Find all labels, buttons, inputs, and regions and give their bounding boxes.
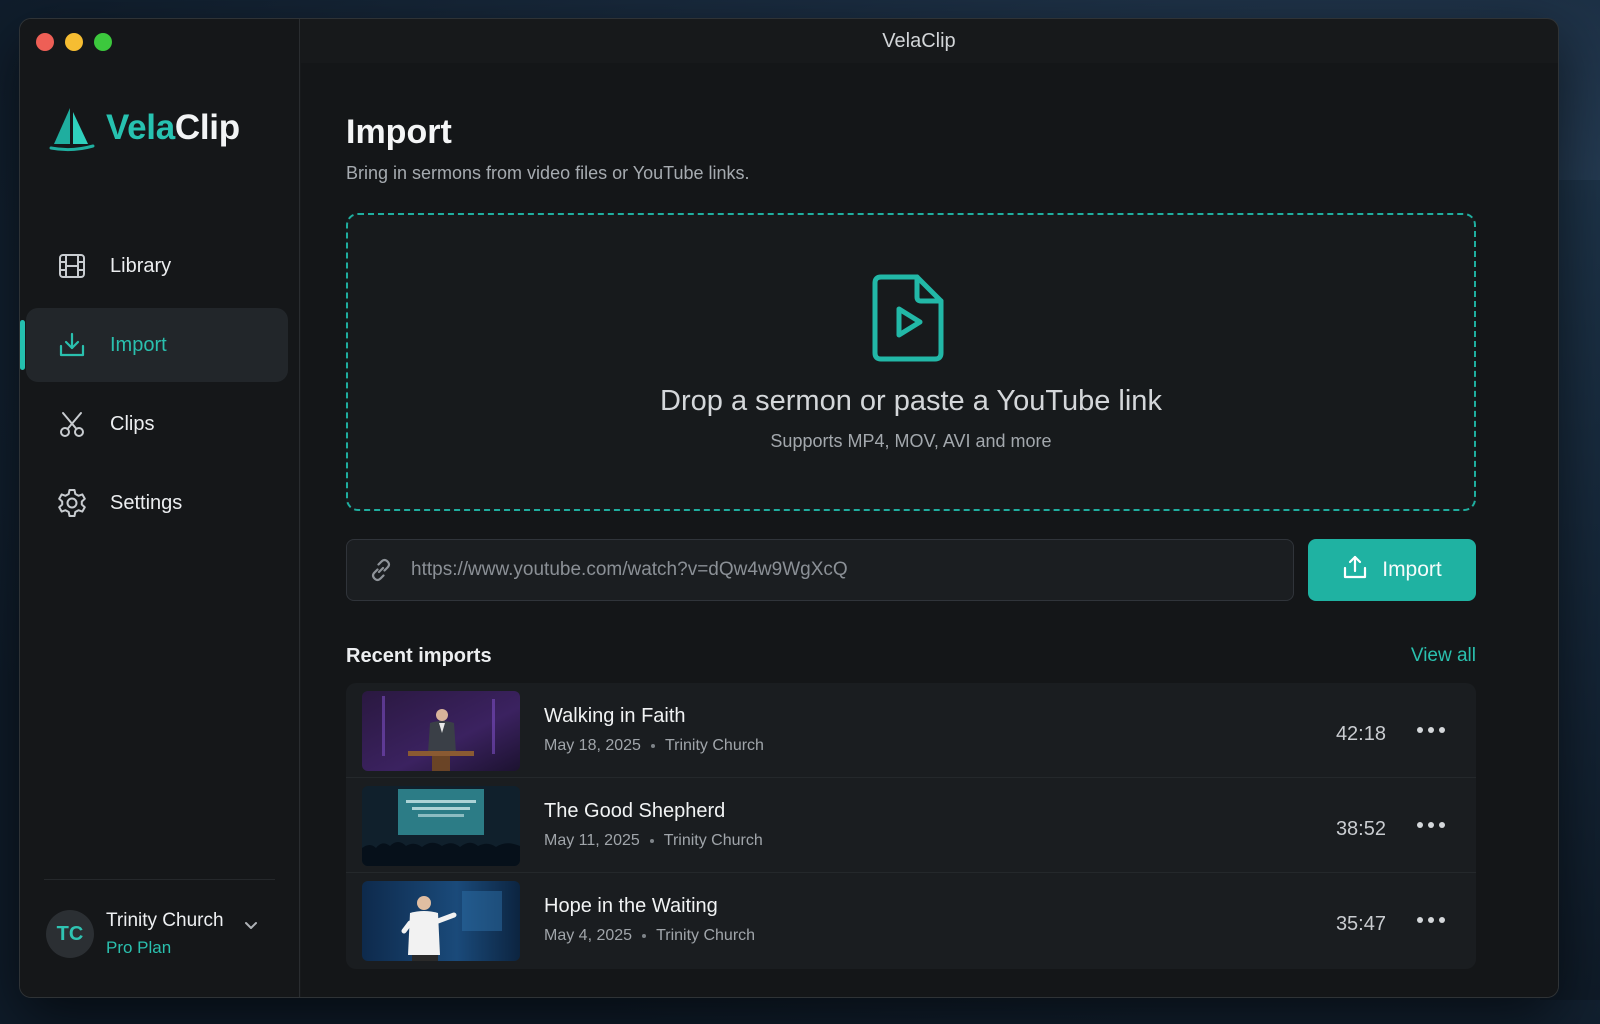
app-logo: VelaClip	[48, 104, 240, 152]
sermon-meta: May 18, 2025 Trinity Church	[544, 737, 764, 755]
sermon-title: Hope in the Waiting	[544, 895, 718, 917]
youtube-url-input[interactable]	[411, 540, 1293, 600]
separator-dot	[649, 839, 654, 843]
upload-icon	[1342, 554, 1368, 586]
sermon-title: Walking in Faith	[544, 705, 686, 727]
sermon-duration: 35:47	[1335, 913, 1386, 935]
sidebar-item-clips[interactable]: Clips	[26, 387, 288, 461]
sidebar-item-label: Settings	[110, 491, 183, 514]
link-icon	[367, 556, 395, 584]
chevron-down-icon[interactable]	[242, 916, 260, 939]
sermon-title: The Good Shepherd	[544, 800, 726, 822]
sidebar-item-library[interactable]: Library	[26, 229, 288, 303]
sermon-meta: May 11, 2025 Trinity Church	[544, 832, 763, 850]
sermon-church: Trinity Church	[656, 927, 756, 944]
sidebar-item-label: Import	[110, 333, 167, 356]
window-title: VelaClip	[882, 29, 956, 52]
sail-logo-icon	[49, 108, 95, 152]
sermon-date: May 4, 2025	[544, 927, 633, 944]
account-switcher[interactable]: TC Trinity Church Pro Plan	[44, 879, 275, 997]
view-all-link[interactable]: View all	[1411, 645, 1476, 667]
sermon-duration: 42:18	[1335, 723, 1386, 745]
dropzone-subtitle: Supports MP4, MOV, AVI and more	[770, 431, 1052, 451]
video-thumbnail	[362, 691, 520, 771]
more-options-icon[interactable]	[1414, 713, 1448, 747]
import-button-label: Import	[1382, 558, 1442, 581]
page-title: Import	[346, 113, 452, 151]
zoom-window-button[interactable]	[94, 33, 112, 51]
sidebar: VelaClip Library Import Clips Settings T…	[20, 19, 300, 997]
separator-dot	[642, 934, 647, 938]
account-plan: Pro Plan	[106, 938, 172, 957]
avatar: TC	[46, 910, 94, 958]
title-bar: VelaClip	[20, 19, 1558, 63]
sidebar-item-import[interactable]: Import	[20, 308, 288, 382]
sidebar-item-label: Clips	[110, 412, 155, 435]
sermon-date: May 11, 2025	[544, 832, 640, 849]
list-item[interactable]: Hope in the Waiting May 4, 2025 Trinity …	[346, 873, 1476, 968]
sermon-church: Trinity Church	[663, 832, 763, 849]
close-window-button[interactable]	[36, 33, 54, 51]
video-thumbnail	[362, 786, 520, 866]
separator-dot	[650, 744, 655, 748]
sermon-date: May 18, 2025	[544, 737, 641, 754]
file-dropzone[interactable]: Drop a sermon or paste a YouTube link Su…	[346, 213, 1476, 511]
recent-imports-title: Recent imports	[346, 645, 492, 667]
sidebar-item-label: Library	[110, 254, 172, 277]
dropzone-title: Drop a sermon or paste a YouTube link	[660, 385, 1162, 417]
list-item[interactable]: The Good Shepherd May 11, 2025 Trinity C…	[346, 778, 1476, 873]
window-controls	[36, 33, 112, 51]
page-subtitle: Bring in sermons from video files or You…	[346, 163, 750, 183]
video-file-icon	[871, 273, 945, 368]
url-import-row: Import	[346, 539, 1476, 601]
sermon-meta: May 4, 2025 Trinity Church	[544, 927, 755, 945]
recent-imports-header: Recent imports View all	[346, 643, 1476, 673]
import-button[interactable]: Import	[1308, 539, 1476, 601]
account-name: Trinity Church	[106, 910, 224, 931]
app-logo-text: VelaClip	[106, 108, 240, 147]
film-icon	[56, 250, 88, 282]
sidebar-nav: Library Import Clips Settings	[20, 229, 288, 545]
more-options-icon[interactable]	[1414, 808, 1448, 842]
url-field	[346, 539, 1294, 601]
video-thumbnail	[362, 881, 520, 961]
download-tray-icon	[56, 329, 88, 361]
recent-imports-list: Walking in Faith May 18, 2025 Trinity Ch…	[346, 683, 1476, 969]
main-content: Import Bring in sermons from video files…	[301, 63, 1558, 997]
minimize-window-button[interactable]	[65, 33, 83, 51]
app-window: VelaClip Library Import Clips Settings T…	[19, 18, 1559, 998]
sermon-church: Trinity Church	[664, 737, 764, 754]
scissors-icon	[56, 408, 88, 440]
sermon-duration: 38:52	[1335, 818, 1386, 840]
more-options-icon[interactable]	[1414, 903, 1448, 937]
gear-icon	[56, 487, 88, 519]
list-item[interactable]: Walking in Faith May 18, 2025 Trinity Ch…	[346, 683, 1476, 778]
sidebar-item-settings[interactable]: Settings	[26, 466, 288, 540]
